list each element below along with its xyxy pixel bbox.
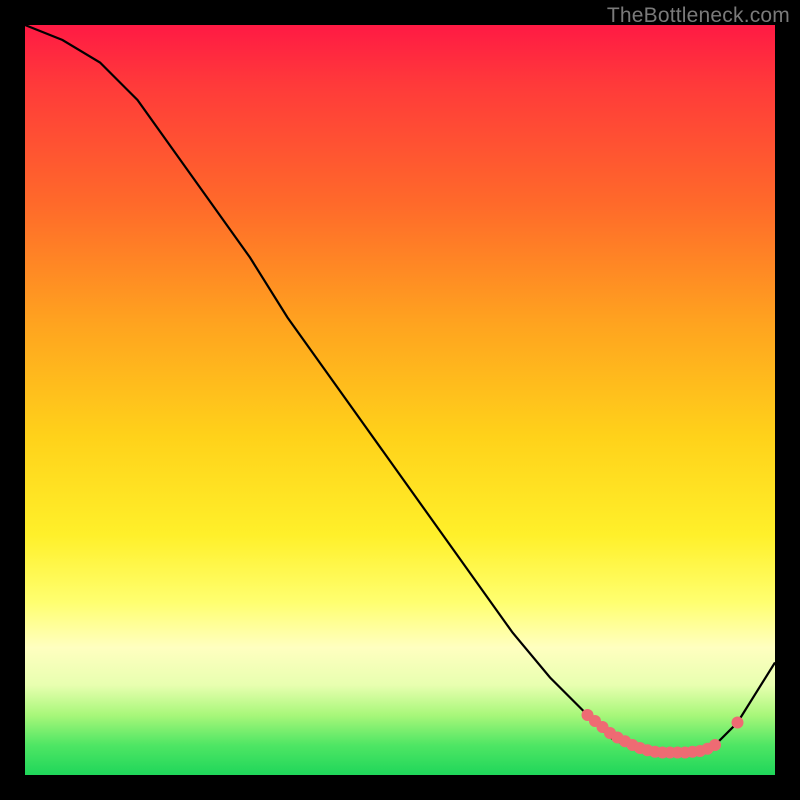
chart-stage: TheBottleneck.com: [0, 0, 800, 800]
chart-svg: [25, 25, 775, 775]
bottleneck-curve: [25, 25, 775, 753]
plot-area: [25, 25, 775, 775]
data-point: [709, 739, 721, 751]
curve-data-points: [582, 709, 744, 759]
data-point: [732, 717, 744, 729]
